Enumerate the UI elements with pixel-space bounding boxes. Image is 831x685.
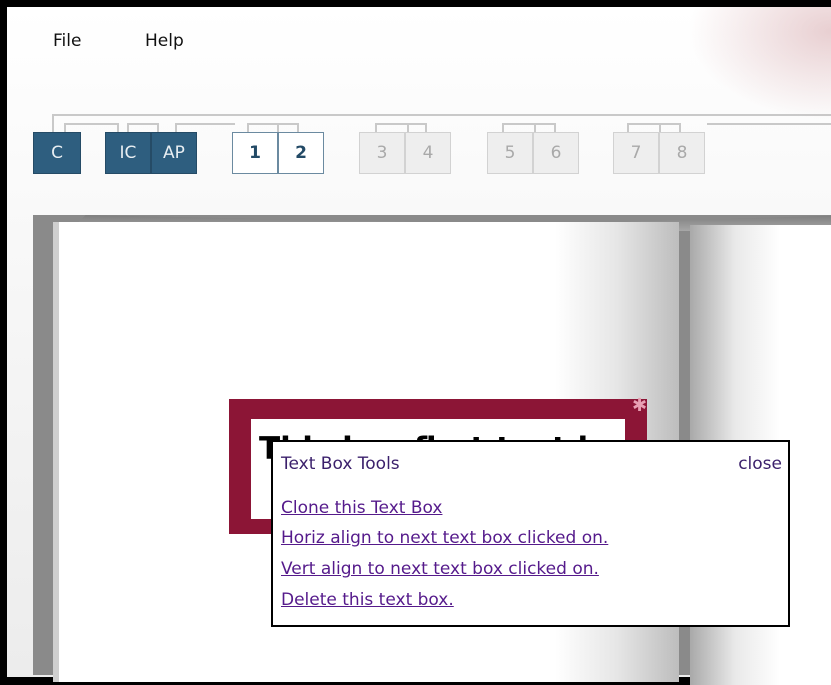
- horiz-align-link[interactable]: Horiz align to next text box clicked on.: [281, 528, 608, 548]
- menu-help[interactable]: Help: [145, 31, 184, 51]
- close-link[interactable]: close: [738, 454, 782, 474]
- page-btn-6[interactable]: 6: [533, 132, 579, 174]
- page-btn-8[interactable]: 8: [659, 132, 705, 174]
- menu-bar: File Help: [7, 7, 831, 67]
- text-box-tools-popup: Text Box Tools close Clone this Text Box…: [271, 440, 790, 627]
- vert-align-link[interactable]: Vert align to next text box clicked on.: [281, 559, 599, 579]
- page-btn-3[interactable]: 3: [359, 132, 405, 174]
- page-btn-1[interactable]: 1: [232, 132, 278, 174]
- page-btn-5[interactable]: 5: [487, 132, 533, 174]
- tools-title: Text Box Tools: [281, 454, 400, 474]
- page-btn-4[interactable]: 4: [405, 132, 451, 174]
- menu-file[interactable]: File: [53, 31, 81, 51]
- page-btn-inside-cover[interactable]: IC: [105, 132, 151, 174]
- text-box-handle-icon[interactable]: ✱: [632, 397, 647, 415]
- page-btn-2[interactable]: 2: [278, 132, 324, 174]
- page-btn-cover[interactable]: C: [33, 132, 81, 174]
- page-btn-ap[interactable]: AP: [151, 132, 197, 174]
- delete-text-box-link[interactable]: Delete this text box.: [281, 590, 454, 610]
- page-btn-7[interactable]: 7: [613, 132, 659, 174]
- clone-text-box-link[interactable]: Clone this Text Box: [281, 498, 442, 518]
